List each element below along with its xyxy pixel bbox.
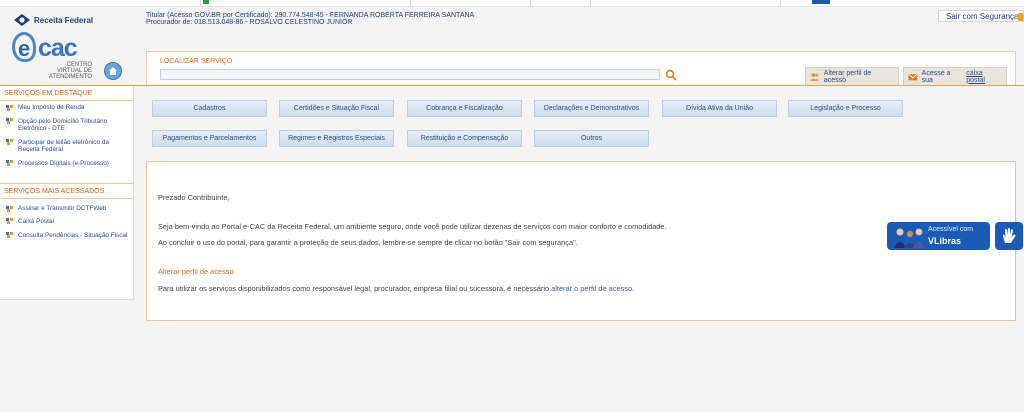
sidebar-item-dctfweb[interactable]: Assinar e Transmitir DCTFWeb [0, 205, 133, 213]
servicos-destaque-list: Meu Imposto de Renda Opção pelo Domicíli… [0, 101, 133, 168]
search-label: LOCALIZAR SERVIÇO [160, 58, 233, 65]
strip-green-marker [203, 0, 209, 4]
alterar-perfil-text: Para utilizar os serviços disponibilizad… [158, 284, 634, 293]
service-bullet-icon [6, 138, 13, 145]
search-input[interactable] [160, 69, 660, 80]
home-icon [109, 67, 117, 75]
vlibras-people-icon [894, 228, 925, 248]
menu-legislacao[interactable]: Legislação e Processo [788, 100, 903, 117]
menu-outros[interactable]: Outros [534, 130, 649, 147]
sign-language-icon [1002, 228, 1016, 243]
sidebar-item-label: Caixa Postal [18, 218, 54, 226]
alterar-perfil-sentence: Para utilizar os serviços disponibilizad… [158, 284, 552, 293]
service-bullet-icon [6, 205, 13, 212]
receita-federal-name: Receita Federal [34, 15, 94, 25]
vlibras-line1: Acessível com [928, 226, 974, 233]
ecac-e-letter: e [18, 36, 31, 61]
ecac-logo[interactable]: e cac CENTRO VIRTUAL DE ATENDIMENTO [10, 32, 100, 80]
menu-declaracoes[interactable]: Declarações e Demonstrativos [534, 100, 649, 117]
logout-button[interactable]: Sair com Segurança [938, 10, 1024, 22]
menu-cadastros[interactable]: Cadastros [152, 100, 267, 117]
user-titular: Titular (Acesso GOV.BR por Certificado):… [146, 12, 475, 19]
mail-icon [908, 73, 918, 80]
sidebar-item-label: Assinar e Transmitir DCTFWeb [18, 204, 107, 212]
menu-cobranca[interactable]: Cobrança e Fiscalização [407, 100, 522, 117]
greeting-text: Prezado Contribuinte, [158, 193, 230, 202]
sidebar-item-dte[interactable]: Opção pelo Domicílio Tributário Eletrôni… [0, 117, 133, 133]
logout-badge-icon [1017, 13, 1023, 21]
sidebar-item-label: Meu Imposto de Renda [18, 104, 85, 111]
alterar-perfil-end: . [632, 284, 635, 293]
sidebar-item-leilao[interactable]: Participar de leilão eletrônico da Recei… [0, 138, 133, 154]
caixa-postal-prefix: Acesse a sua [921, 69, 951, 84]
service-bullet-icon [6, 231, 13, 238]
sidebar-item-label: Participar de leilão eletrônico da Recei… [18, 138, 109, 154]
reminder-text: Ao concluir o uso do portal, para garant… [158, 238, 578, 247]
ecac-subtitle: CENTRO VIRTUAL DE ATENDIMENTO [48, 62, 92, 80]
home-button[interactable] [104, 62, 122, 80]
sidebar-item-caixa-postal[interactable]: Caixa Postal [0, 217, 133, 226]
logout-label: Sair com Segurança [946, 11, 1019, 21]
sidebar-item-label: Opção pelo Domicílio Tributário Eletrôni… [18, 117, 108, 133]
users-icon [810, 72, 820, 81]
ecac-title: cac [38, 34, 78, 62]
search-icon[interactable] [665, 69, 677, 81]
user-procurador: Procurador de: 018.513.048-86 - ROSALVO … [146, 19, 353, 26]
caixa-postal-button[interactable]: Acesse a sua caixa postal [903, 67, 1007, 85]
sidebar: SERVIÇOS EM DESTAQUE Meu Imposto de Rend… [0, 86, 134, 300]
welcome-panel: Prezado Contribuinte, Seja bem-vindo ao … [146, 161, 1016, 321]
sidebar-item-meu-imposto[interactable]: Meu Imposto de Renda [0, 104, 133, 112]
welcome-text: Seja bem-vindo ao Portal e-CAC da Receit… [158, 222, 667, 231]
header-divider [0, 85, 1024, 86]
menu-restituicao[interactable]: Restituição e Compensação [407, 130, 522, 147]
sidebar-item-label: Processos Digitais (e-Processo) [18, 159, 109, 167]
servicos-acessados-title: SERVIÇOS MAIS ACESSADOS [0, 182, 133, 199]
service-menu: Cadastros Certidões e Situação Fiscal Co… [152, 98, 912, 150]
sidebar-item-label: Consulta Pendências - Situação Fiscal [18, 231, 128, 239]
menu-regimes[interactable]: Regimes e Registros Especiais [279, 130, 394, 147]
sidebar-item-eprocesso[interactable]: Processos Digitais (e-Processo) [0, 159, 133, 168]
menu-divida-ativa[interactable]: Dívida Ativa da União [662, 100, 777, 117]
service-bullet-icon [6, 117, 13, 124]
strip-blue-marker [812, 0, 830, 4]
alterar-perfil-button[interactable]: Alterar perfil de acesso [805, 67, 899, 85]
search-panel: LOCALIZAR SERVIÇO Alterar perfil de aces… [146, 51, 1016, 85]
service-bullet-icon [6, 159, 13, 166]
servicos-destaque-title: SERVIÇOS EM DESTAQUE [0, 86, 133, 101]
sidebar-item-pendencias[interactable]: Consulta Pendências - Situação Fiscal [0, 231, 133, 240]
menu-certidoes[interactable]: Certidões e Situação Fiscal [279, 100, 394, 117]
service-bullet-icon [6, 105, 13, 111]
vlibras-widget[interactable]: Acessível com VLibras [887, 222, 990, 250]
alterar-perfil-link[interactable]: alterar o perfil de acesso [551, 284, 632, 293]
receita-federal-logo[interactable]: Receita Federal [14, 13, 93, 27]
alterar-perfil-label: Alterar perfil de acesso [823, 69, 872, 84]
servicos-acessados-list: Assinar e Transmitir DCTFWeb Caixa Posta… [0, 199, 133, 240]
brasao-icon [14, 14, 30, 26]
alterar-perfil-title: Alterar perfil de acesso [158, 267, 234, 276]
service-bullet-icon [6, 218, 13, 225]
vlibras-line2: VLibras [928, 236, 962, 246]
user-info: Titular (Acesso GOV.BR por Certificado):… [146, 12, 474, 26]
vlibras-hands-button[interactable] [995, 222, 1023, 250]
caixa-postal-link[interactable]: caixa postal [966, 70, 1002, 84]
menu-pagamentos[interactable]: Pagamentos e Parcelamentos [152, 130, 267, 147]
